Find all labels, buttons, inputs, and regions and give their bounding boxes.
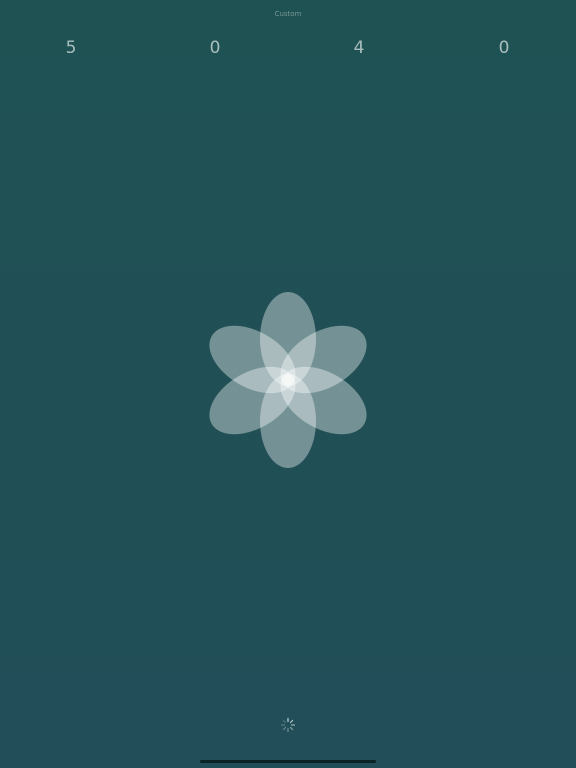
stat-value-4: 0 bbox=[498, 38, 510, 58]
stats-row: 5 0 4 0 bbox=[0, 36, 576, 60]
stat-value-1: 5 bbox=[65, 38, 77, 58]
activity-spinner-icon bbox=[280, 717, 296, 733]
mode-label: Custom bbox=[274, 10, 302, 18]
stat-value-3: 4 bbox=[353, 38, 365, 58]
breathing-flower-icon[interactable] bbox=[188, 280, 388, 480]
flower-center-glow bbox=[282, 374, 294, 386]
stat-value-2: 0 bbox=[209, 38, 221, 58]
home-indicator[interactable] bbox=[200, 760, 376, 763]
